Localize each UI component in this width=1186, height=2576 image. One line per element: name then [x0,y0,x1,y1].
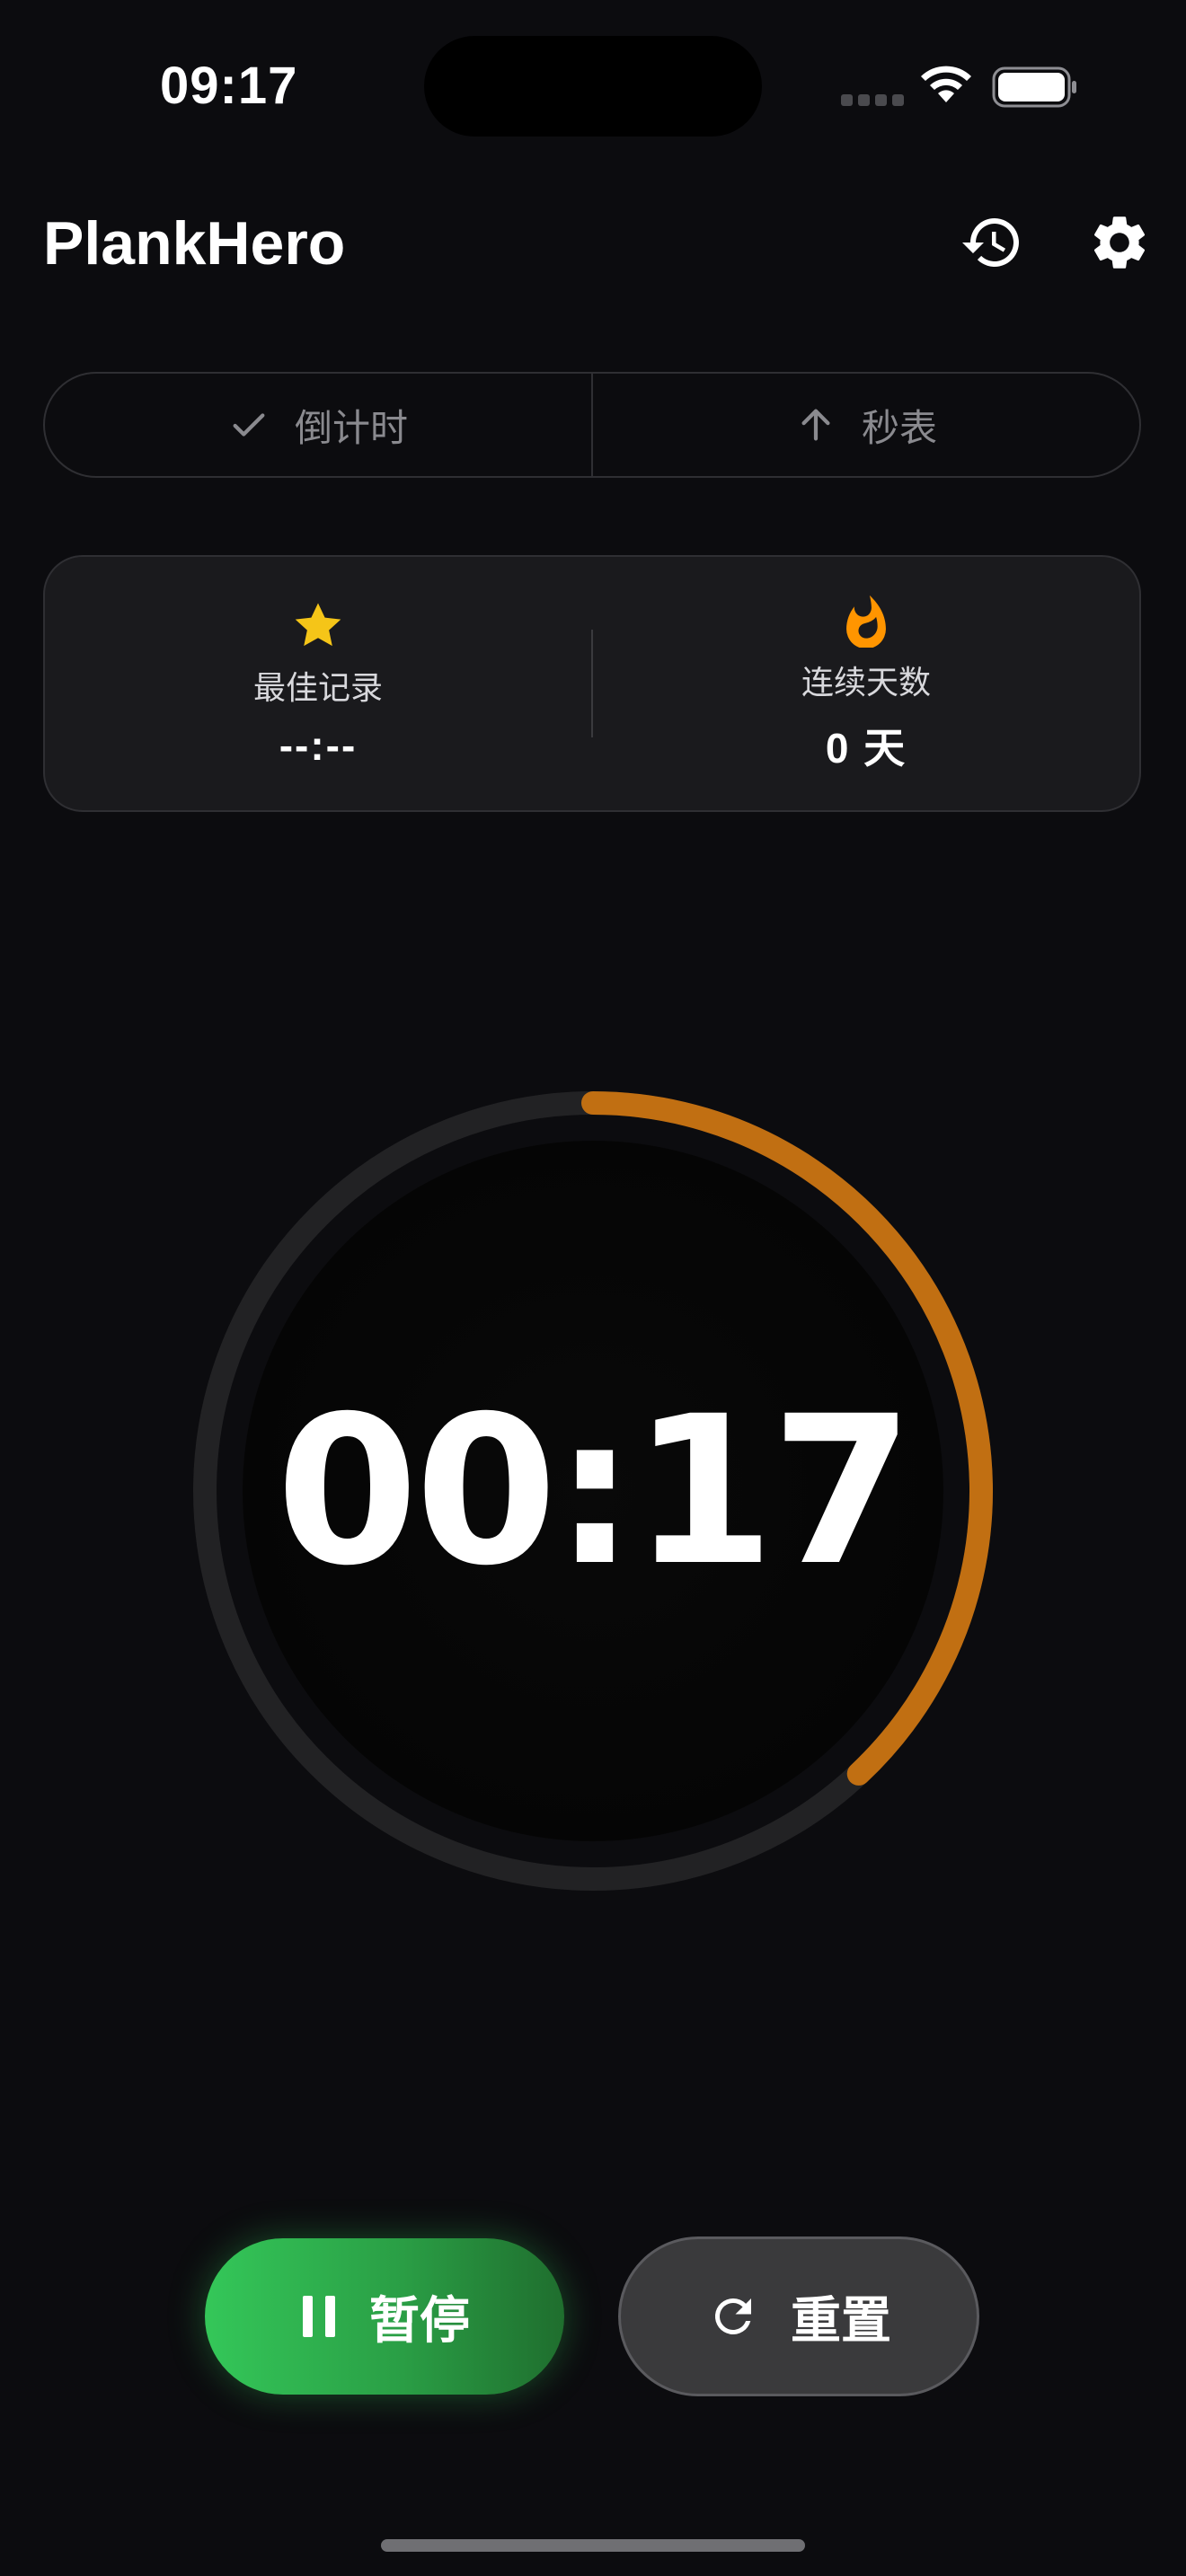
reset-icon [714,2298,751,2334]
mode-segmented-control: 倒计时 秒表 [43,372,1141,478]
timer-ring: 00:17 [187,1085,999,1897]
cellular-signal-icon [841,94,904,106]
tab-stopwatch-label: 秒表 [861,406,937,449]
dynamic-island [424,36,762,137]
status-time: 09:17 [160,57,298,115]
best-record-value: --:-- [279,722,358,769]
reset-button[interactable]: 重置 [618,2236,979,2396]
app-title: PlankHero [43,209,346,278]
history-icon [962,218,1019,267]
best-record-stat: 最佳记录 --:-- [45,597,591,770]
tab-countdown-label: 倒计时 [294,406,408,449]
pause-button[interactable]: 暂停 [205,2238,564,2395]
home-indicator [381,2539,805,2552]
tab-stopwatch[interactable]: 秒表 [591,374,1139,476]
gear-icon [1093,216,1146,269]
stats-card: 最佳记录 --:-- 连续天数 0 天 [43,555,1141,812]
reset-label: 重置 [791,2291,891,2349]
pause-icon [303,2296,335,2337]
settings-button[interactable] [1075,198,1164,287]
tab-countdown[interactable]: 倒计时 [45,374,591,476]
star-icon [295,603,341,647]
wifi-icon [918,63,974,109]
streak-label: 连续天数 [801,664,931,701]
checkmark-icon [233,413,265,437]
pause-label: 暂停 [369,2291,470,2349]
history-button[interactable] [947,198,1037,287]
arrow-up-icon [801,409,830,441]
flame-icon [846,595,886,648]
best-record-label: 最佳记录 [252,669,383,706]
timer-display: 00:17 [276,1372,914,1610]
streak-stat: 连续天数 0 天 [593,592,1139,775]
streak-value: 0 天 [825,725,907,772]
battery-icon [992,66,1078,112]
